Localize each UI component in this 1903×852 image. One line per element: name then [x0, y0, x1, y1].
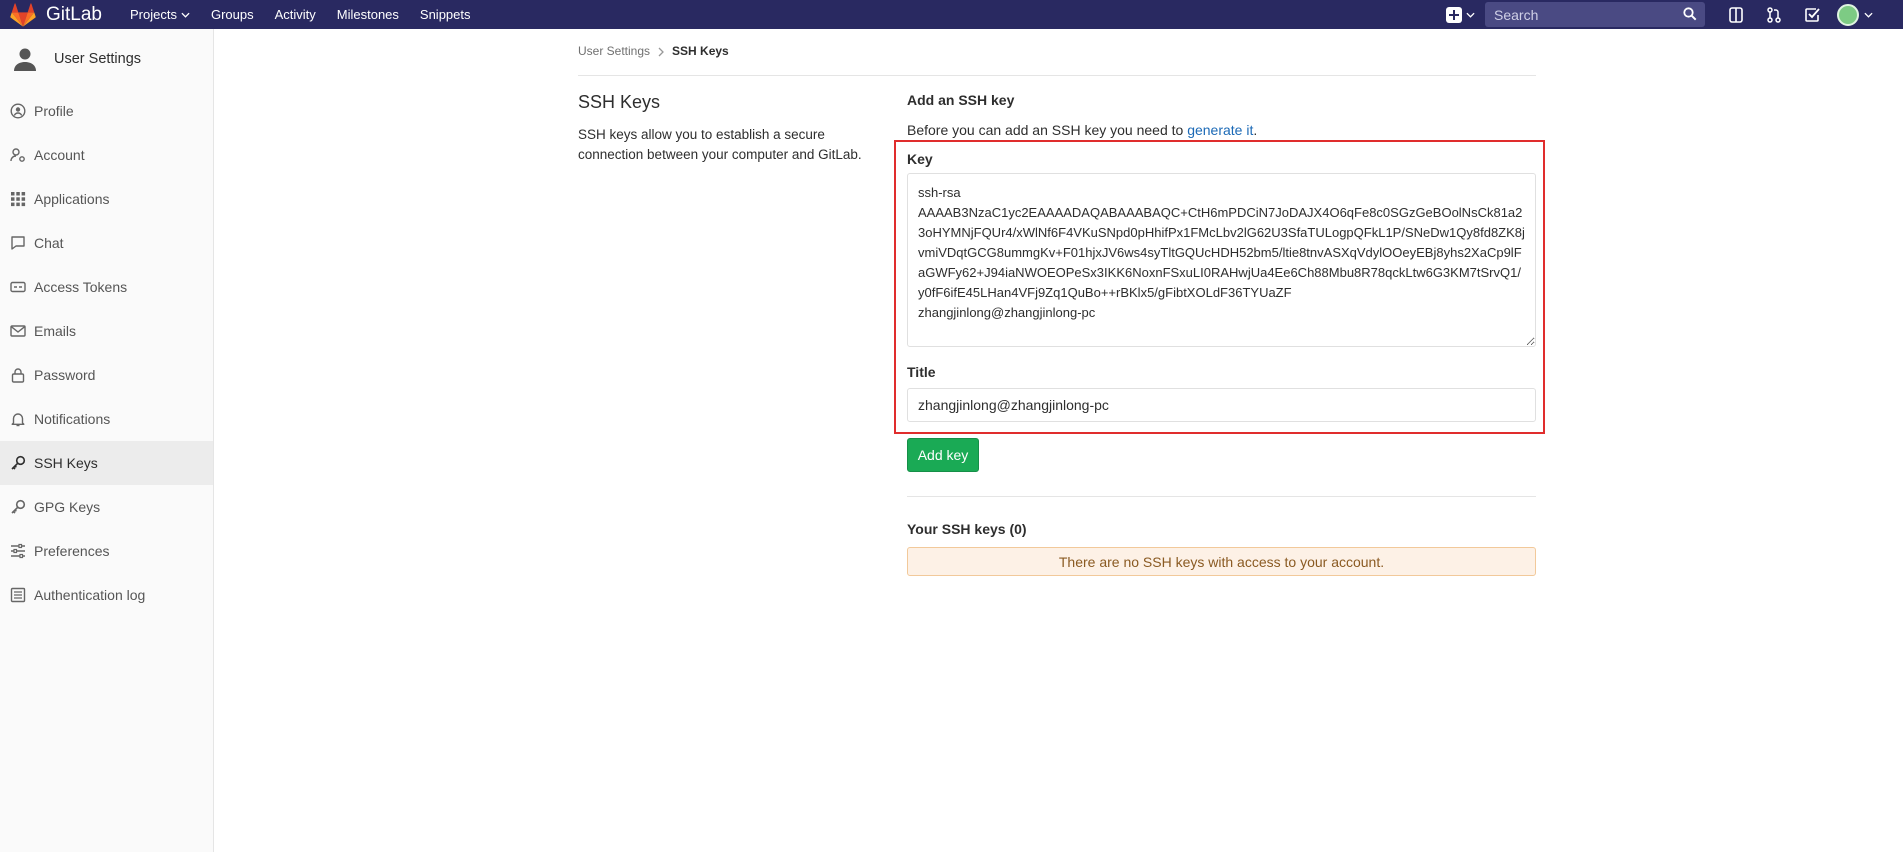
- settings-sidebar: User Settings Profile Account Applicatio…: [0, 29, 214, 852]
- add-key-intro: Before you can add an SSH key you need t…: [907, 122, 1536, 138]
- section-title: SSH Keys: [578, 92, 661, 112]
- nav-activity[interactable]: Activity: [275, 7, 316, 22]
- sidebar-item-ssh-keys[interactable]: SSH Keys: [0, 441, 213, 485]
- sidebar-item-account[interactable]: Account: [0, 133, 213, 177]
- sidebar-item-label: Password: [34, 367, 96, 383]
- add-key-button[interactable]: Add key: [907, 438, 979, 472]
- user-circle-icon: [10, 103, 26, 119]
- your-ssh-keys-heading: Your SSH keys (0): [907, 521, 1027, 537]
- key-textarea[interactable]: ssh-rsa AAAAB3NzaC1yc2EAAAADAQABAAABAQC+…: [907, 173, 1536, 347]
- sidebar-item-label: Applications: [34, 191, 110, 207]
- sidebar-item-profile[interactable]: Profile: [0, 89, 213, 133]
- intro-text: Before you can add an SSH key you need t…: [907, 122, 1188, 138]
- sidebar-item-label: Profile: [34, 103, 74, 119]
- grid-icon: [11, 192, 26, 207]
- search-box[interactable]: [1485, 2, 1705, 27]
- sidebar-item-authentication-log[interactable]: Authentication log: [0, 573, 213, 617]
- title-label: Title: [907, 364, 936, 380]
- add-key-heading: Add an SSH key: [907, 92, 1015, 108]
- sidebar-item-label: Chat: [34, 235, 64, 251]
- breadcrumb-parent[interactable]: User Settings: [578, 44, 650, 58]
- sidebar-item-label: Preferences: [34, 543, 110, 559]
- list-icon: [10, 587, 26, 603]
- search-input[interactable]: [1494, 6, 1674, 23]
- sidebar-item-applications[interactable]: Applications: [0, 177, 213, 221]
- sidebar-title: User Settings: [54, 51, 142, 67]
- token-icon: [10, 281, 26, 293]
- sidebar-toggle-icon[interactable]: [1727, 6, 1745, 24]
- todo-check-icon[interactable]: [1803, 6, 1821, 24]
- bell-icon: [11, 413, 25, 427]
- avatar: [1837, 3, 1859, 26]
- nav-snippets[interactable]: Snippets: [420, 7, 471, 22]
- breadcrumb: User Settings SSH Keys: [578, 44, 1536, 76]
- generate-it-link[interactable]: generate it: [1187, 122, 1253, 138]
- sidebar-item-emails[interactable]: Emails: [0, 309, 213, 353]
- new-dropdown-button[interactable]: [1446, 6, 1475, 23]
- nav-projects-label: Projects: [129, 7, 177, 22]
- section-description: SSH keys allow you to establish a secure…: [578, 127, 862, 162]
- plus-square-icon: [1446, 6, 1462, 23]
- title-input[interactable]: [907, 388, 1536, 422]
- sidebar-item-password[interactable]: Password: [0, 353, 213, 397]
- nav-right: [1446, 0, 1903, 29]
- chat-bubble-icon: [11, 236, 25, 250]
- chevron-right-icon: [658, 47, 664, 57]
- lock-icon: [11, 368, 25, 383]
- add-key-header: Add an SSH key Before you can add an SSH…: [907, 92, 1536, 138]
- chevron-down-icon: [181, 12, 190, 18]
- sidebar-item-access-tokens[interactable]: Access Tokens: [0, 265, 213, 309]
- breadcrumb-current[interactable]: SSH Keys: [672, 44, 729, 58]
- nav-milestones[interactable]: Milestones: [337, 7, 399, 22]
- chevron-down-icon: [1864, 12, 1873, 18]
- key-icon: [11, 455, 26, 470]
- gitlab-logo-icon: [10, 2, 36, 27]
- section-info: SSH Keys SSH keys allow you to establish…: [578, 92, 878, 165]
- nav-links: Projects Groups Activity Milestones Snip…: [130, 0, 492, 29]
- sliders-icon: [11, 543, 25, 559]
- envelope-icon: [10, 325, 26, 337]
- brand-name: GitLab: [46, 3, 102, 25]
- chevron-down-icon: [1466, 12, 1475, 18]
- nav-projects[interactable]: Projects: [130, 7, 190, 22]
- sidebar-item-label: Account: [34, 147, 85, 163]
- user-gear-icon: [10, 148, 25, 162]
- sidebar-header[interactable]: User Settings: [0, 29, 213, 89]
- key-label: Key: [907, 151, 933, 167]
- user-menu-button[interactable]: [1837, 3, 1873, 26]
- sidebar-item-label: GPG Keys: [34, 499, 101, 515]
- sidebar-item-preferences[interactable]: Preferences: [0, 529, 213, 573]
- nav-groups[interactable]: Groups: [211, 7, 254, 22]
- sidebar-item-label: SSH Keys: [34, 455, 98, 471]
- sidebar-item-label: Access Tokens: [34, 279, 128, 295]
- merge-request-icon[interactable]: [1765, 6, 1783, 24]
- sidebar-item-notifications[interactable]: Notifications: [0, 397, 213, 441]
- intro-end: .: [1253, 122, 1258, 138]
- sidebar-item-label: Authentication log: [34, 587, 146, 603]
- sidebar-item-gpg-keys[interactable]: GPG Keys: [0, 485, 213, 529]
- sidebar-item-chat[interactable]: Chat: [0, 221, 213, 265]
- divider: [907, 496, 1536, 497]
- user-icon: [14, 48, 36, 71]
- sidebar-item-label: Notifications: [34, 411, 111, 427]
- gitlab-home-link[interactable]: GitLab: [0, 0, 102, 29]
- sidebar-item-label: Emails: [34, 323, 77, 339]
- search-icon: [1683, 7, 1697, 21]
- no-keys-alert: There are no SSH keys with access to you…: [907, 547, 1536, 576]
- top-navbar: GitLab Projects Groups Activity Mileston…: [0, 0, 1903, 29]
- key-icon: [11, 499, 26, 514]
